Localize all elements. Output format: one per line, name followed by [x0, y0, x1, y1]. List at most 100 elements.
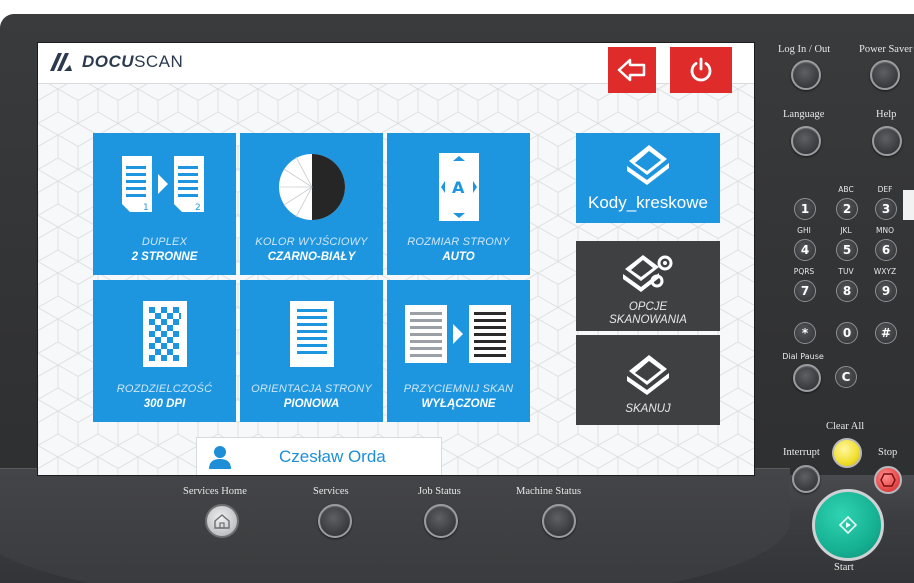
- interrupt-label: Interrupt: [783, 447, 820, 458]
- job-status-label: Job Status: [418, 486, 461, 497]
- services-home-label: Services Home: [183, 486, 247, 497]
- key-2-letters: ABC: [838, 185, 854, 194]
- svg-text:1: 1: [143, 203, 149, 213]
- tile-resolution-value: 300 DPI: [143, 398, 186, 410]
- user-icon: [209, 446, 231, 469]
- stop-label: Stop: [878, 447, 898, 458]
- tile-size[interactable]: A ROZMIAR STRONY AUTO: [387, 133, 530, 275]
- opcje-label-2: SKANOWANIA: [609, 314, 687, 326]
- skanuj-button[interactable]: SKANUJ: [576, 335, 720, 425]
- power-button[interactable]: [670, 47, 732, 93]
- start-button[interactable]: [812, 489, 884, 561]
- logo-mark-icon: [50, 53, 72, 71]
- user-bar[interactable]: Czesław Orda: [196, 437, 442, 475]
- kody-kreskowe-label: Kody_kreskowe: [587, 193, 708, 212]
- scanner-icon: [627, 355, 669, 395]
- dial-pause-label: Dial Pause: [782, 352, 824, 361]
- dial-pause-button[interactable]: [793, 364, 821, 392]
- services-home-button[interactable]: [205, 504, 239, 538]
- svg-text:A: A: [452, 178, 465, 197]
- key-7-letters: PQRS: [793, 267, 815, 276]
- key-9[interactable]: 9: [875, 280, 897, 302]
- key-1[interactable]: 1: [794, 198, 816, 220]
- printer-control-panel: DOCU SCAN 1 2 DUPLEX 2 STRONNE KOLOR WYJ…: [0, 0, 914, 583]
- svg-text:2: 2: [195, 203, 201, 213]
- opcje-skanowania-button[interactable]: OPCJE SKANOWANIA: [576, 241, 720, 331]
- clear-all-button[interactable]: [832, 438, 862, 468]
- page-size-icon: A: [438, 153, 479, 221]
- key-5[interactable]: 5: [836, 239, 858, 261]
- key-3[interactable]: 3: [875, 198, 897, 220]
- help-label: Help: [876, 109, 897, 120]
- skanuj-label: SKANUJ: [625, 403, 671, 415]
- key-0[interactable]: 0: [836, 322, 858, 344]
- stop-button[interactable]: [874, 466, 902, 494]
- help-button[interactable]: [872, 126, 902, 156]
- key-4-letters: GHI: [797, 226, 811, 235]
- opcje-label-1: OPCJE: [628, 301, 668, 313]
- scanner-icon: [627, 145, 669, 185]
- orientation-icon: [289, 301, 334, 367]
- arrow-left-icon: [617, 58, 646, 82]
- tile-orientation-title: ORIENTACJA STRONY: [251, 383, 372, 395]
- key-8-letters: TUV: [838, 267, 854, 276]
- touch-screen: DOCU SCAN 1 2 DUPLEX 2 STRONNE KOLOR WYJ…: [37, 42, 755, 476]
- tile-size-title: ROZMIAR STRONY: [407, 236, 510, 248]
- key-5-letters: JKL: [840, 226, 852, 235]
- machine-status-button[interactable]: [542, 504, 576, 538]
- start-icon: [838, 515, 858, 535]
- key-9-letters: WXYZ: [873, 267, 897, 276]
- tile-color[interactable]: KOLOR WYJŚCIOWY CZARNO-BIAŁY: [240, 133, 383, 275]
- darken-icon: [404, 305, 511, 363]
- tile-darken-title: PRZYCIEMNIJ SKAN: [403, 383, 514, 395]
- services-label: Services: [313, 486, 349, 497]
- tile-duplex[interactable]: 1 2 DUPLEX 2 STRONNE: [93, 133, 236, 275]
- resolution-icon: [142, 301, 187, 367]
- bezel-curve: [0, 468, 790, 583]
- clear-key[interactable]: C: [835, 366, 857, 388]
- key-star[interactable]: *: [794, 322, 816, 344]
- language-label: Language: [783, 109, 825, 120]
- job-status-button[interactable]: [424, 504, 458, 538]
- logo-brand: DOCU: [82, 52, 135, 71]
- panel-edge: [903, 190, 914, 220]
- power-icon: [690, 57, 712, 82]
- home-icon: [214, 514, 230, 529]
- interrupt-button[interactable]: [792, 465, 820, 493]
- stop-icon: [880, 473, 896, 487]
- login-button[interactable]: [791, 60, 821, 90]
- language-button[interactable]: [791, 126, 821, 156]
- tile-duplex-value: 2 STRONNE: [131, 251, 198, 263]
- tile-color-title: KOLOR WYJŚCIOWY: [255, 236, 368, 248]
- key-7[interactable]: 7: [794, 280, 816, 302]
- start-label: Start: [834, 562, 854, 573]
- duplex-icon: 1 2: [121, 156, 204, 213]
- tile-orientation[interactable]: ORIENTACJA STRONY PIONOWA: [240, 280, 383, 422]
- tile-orientation-value: PIONOWA: [283, 398, 340, 410]
- power-saver-label: Power Saver: [859, 44, 913, 55]
- key-2[interactable]: 2: [836, 198, 858, 220]
- tile-darken[interactable]: PRZYCIEMNIJ SKAN WYŁĄCZONE: [387, 280, 530, 422]
- tile-resolution[interactable]: ROZDZIELCZOŚĆ 300 DPI: [93, 280, 236, 422]
- logout-button[interactable]: [608, 47, 656, 93]
- tile-color-value: CZARNO-BIAŁY: [267, 251, 356, 263]
- key-8[interactable]: 8: [836, 280, 858, 302]
- user-name: Czesław Orda: [279, 447, 386, 466]
- key-6-letters: MNO: [876, 226, 894, 235]
- docuscan-logo: DOCU SCAN: [48, 48, 183, 76]
- scanner-settings-icon: [623, 255, 673, 292]
- logo-suffix: SCAN: [134, 52, 184, 71]
- power-saver-button[interactable]: [870, 60, 900, 90]
- kody-kreskowe-button[interactable]: Kody_kreskowe: [576, 133, 720, 223]
- key-4[interactable]: 4: [794, 239, 816, 261]
- machine-status-label: Machine Status: [516, 486, 582, 497]
- tile-size-value: AUTO: [442, 251, 475, 263]
- tile-resolution-title: ROZDZIELCZOŚĆ: [116, 383, 213, 395]
- key-hash[interactable]: #: [875, 322, 897, 344]
- color-icon: [278, 154, 345, 220]
- key-6[interactable]: 6: [875, 239, 897, 261]
- login-label: Log In / Out: [778, 44, 831, 55]
- services-button[interactable]: [318, 504, 352, 538]
- key-3-letters: DEF: [877, 185, 893, 194]
- tile-darken-value: WYŁĄCZONE: [421, 398, 496, 410]
